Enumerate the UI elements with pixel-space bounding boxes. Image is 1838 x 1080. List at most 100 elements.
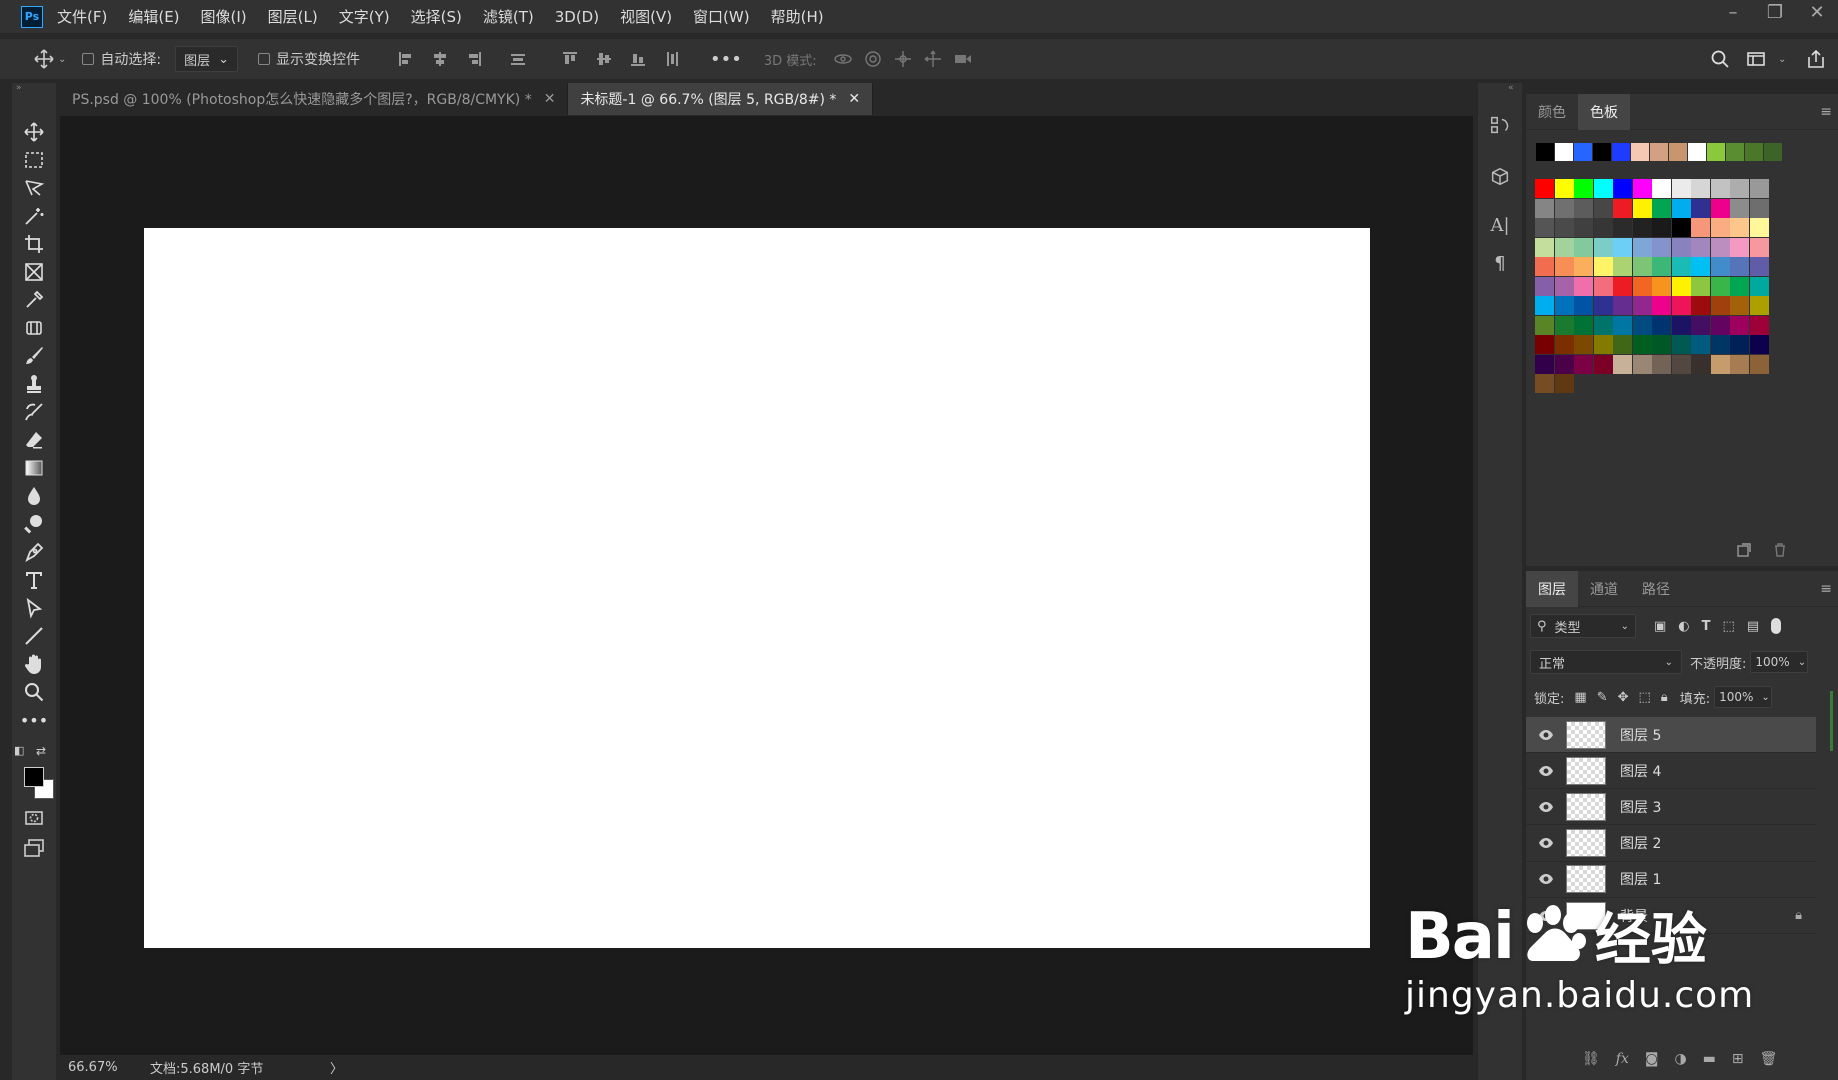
color-swatch[interactable] xyxy=(1691,335,1710,354)
filter-adjustment-icon[interactable]: ◐ xyxy=(1678,619,1689,634)
color-swatch[interactable] xyxy=(1691,354,1710,374)
foreground-color-swatch[interactable] xyxy=(24,767,44,787)
color-swatch[interactable] xyxy=(1554,198,1574,218)
document-canvas[interactable] xyxy=(144,228,1370,948)
menu-filter[interactable]: 滤镜(T) xyxy=(483,6,534,27)
recent-swatch[interactable] xyxy=(1764,143,1782,161)
chevron-down-icon[interactable]: ⌄ xyxy=(1761,692,1769,703)
color-swatch[interactable] xyxy=(1574,218,1593,237)
3d-panel-icon[interactable] xyxy=(1488,165,1512,189)
layer-row[interactable]: 图层 2 xyxy=(1526,826,1816,862)
panel-menu-icon[interactable]: ≡ xyxy=(1820,104,1832,120)
color-swatch[interactable] xyxy=(1710,237,1730,257)
recent-swatch[interactable] xyxy=(1631,143,1649,161)
character-panel-icon[interactable]: A| xyxy=(1488,213,1512,237)
color-swatch[interactable] xyxy=(1574,335,1593,354)
color-swatch[interactable] xyxy=(1710,179,1730,198)
color-swatch[interactable] xyxy=(1749,198,1769,218)
color-swatch[interactable] xyxy=(1613,179,1632,198)
history-brush-tool[interactable] xyxy=(20,398,48,426)
color-swatch[interactable] xyxy=(1671,257,1691,276)
filter-type-icon[interactable]: T xyxy=(1702,619,1711,634)
menu-image[interactable]: 图像(I) xyxy=(201,6,247,27)
eraser-tool[interactable] xyxy=(20,426,48,454)
color-swatch[interactable] xyxy=(1671,354,1691,374)
color-swatch[interactable] xyxy=(1593,335,1613,354)
marquee-tool[interactable] xyxy=(20,146,48,174)
color-swatch[interactable] xyxy=(1749,315,1769,335)
color-swatch[interactable] xyxy=(1691,237,1710,257)
tab-layers[interactable]: 图层 xyxy=(1526,570,1578,607)
color-swatch[interactable] xyxy=(1554,374,1574,393)
color-swatch[interactable] xyxy=(1691,218,1710,237)
more-tools-icon[interactable]: ••• xyxy=(20,706,48,734)
layer-name[interactable]: 图层 4 xyxy=(1620,761,1661,781)
tab-color[interactable]: 颜色 xyxy=(1526,94,1578,130)
quick-mask-icon[interactable] xyxy=(20,804,48,832)
link-layers-icon[interactable]: ⛓ xyxy=(1582,1051,1600,1067)
color-swatch[interactable] xyxy=(1554,354,1574,374)
type-tool[interactable] xyxy=(20,566,48,594)
color-swatch[interactable] xyxy=(1535,354,1554,374)
color-swatch[interactable] xyxy=(1535,237,1554,257)
layer-row[interactable]: 图层 3 xyxy=(1526,789,1816,826)
dodge-tool[interactable] xyxy=(20,510,48,538)
visibility-eye-icon[interactable] xyxy=(1538,763,1554,779)
filter-toggle[interactable] xyxy=(1771,618,1782,634)
recent-swatch[interactable] xyxy=(1574,143,1592,161)
color-swatch[interactable] xyxy=(1613,218,1632,237)
color-swatch[interactable] xyxy=(1749,237,1769,257)
color-swatch[interactable] xyxy=(1632,354,1652,374)
color-swatch[interactable] xyxy=(1613,296,1632,315)
paragraph-panel-icon[interactable]: ¶ xyxy=(1488,251,1512,275)
share-icon[interactable] xyxy=(1806,49,1826,69)
auto-select-checkbox[interactable]: 自动选择: xyxy=(82,49,161,69)
color-swatch[interactable] xyxy=(1574,354,1593,374)
lock-pixels-icon[interactable]: ✎ xyxy=(1597,690,1608,705)
3d-roll-icon[interactable] xyxy=(863,49,883,69)
color-swatch[interactable] xyxy=(1652,276,1671,296)
layer-name[interactable]: 图层 5 xyxy=(1620,725,1661,745)
color-swatch[interactable] xyxy=(1730,218,1749,237)
color-swatch[interactable] xyxy=(1593,198,1613,218)
recent-swatch[interactable] xyxy=(1536,143,1554,161)
color-swatch[interactable] xyxy=(1593,296,1613,315)
tab-channels[interactable]: 通道 xyxy=(1578,571,1630,607)
color-swatch[interactable] xyxy=(1730,296,1749,315)
frame-tool[interactable] xyxy=(20,258,48,286)
align-top-icon[interactable] xyxy=(560,49,580,69)
color-swatch[interactable] xyxy=(1613,257,1632,276)
color-swatch[interactable] xyxy=(1671,296,1691,315)
recent-swatch[interactable] xyxy=(1555,143,1573,161)
move-tool[interactable] xyxy=(20,118,48,146)
color-swatch[interactable] xyxy=(1671,179,1691,198)
history-panel-icon[interactable] xyxy=(1488,113,1512,137)
checkbox-box[interactable] xyxy=(82,53,95,65)
color-swatch[interactable] xyxy=(1613,198,1632,218)
color-swatch[interactable] xyxy=(1652,296,1671,315)
crop-tool[interactable] xyxy=(20,230,48,258)
menu-3d[interactable]: 3D(D) xyxy=(555,8,599,26)
color-swatch[interactable] xyxy=(1535,276,1554,296)
new-swatch-icon[interactable] xyxy=(1736,542,1752,562)
color-swatch[interactable] xyxy=(1730,315,1749,335)
collapse-icon[interactable]: « xyxy=(1508,83,1514,93)
color-swatch[interactable] xyxy=(1749,296,1769,315)
color-swatch[interactable] xyxy=(1710,296,1730,315)
color-swatch[interactable] xyxy=(1632,296,1652,315)
color-swatch[interactable] xyxy=(1749,354,1769,374)
color-swatch[interactable] xyxy=(1671,237,1691,257)
align-hcenter-icon[interactable] xyxy=(430,49,450,69)
layer-thumbnail[interactable] xyxy=(1566,829,1606,858)
color-swatch[interactable] xyxy=(1730,198,1749,218)
color-swatch[interactable] xyxy=(1710,257,1730,276)
eyedropper-tool[interactable] xyxy=(20,286,48,314)
align-right-icon[interactable] xyxy=(464,49,484,69)
menu-view[interactable]: 视图(V) xyxy=(620,6,672,27)
color-swatch[interactable] xyxy=(1730,237,1749,257)
color-swatch[interactable] xyxy=(1632,315,1652,335)
canvas-area[interactable] xyxy=(60,116,1473,1055)
color-swatch[interactable] xyxy=(1671,198,1691,218)
screen-mode-icon[interactable] xyxy=(20,834,48,862)
layer-row[interactable]: 图层 5 xyxy=(1526,717,1816,753)
